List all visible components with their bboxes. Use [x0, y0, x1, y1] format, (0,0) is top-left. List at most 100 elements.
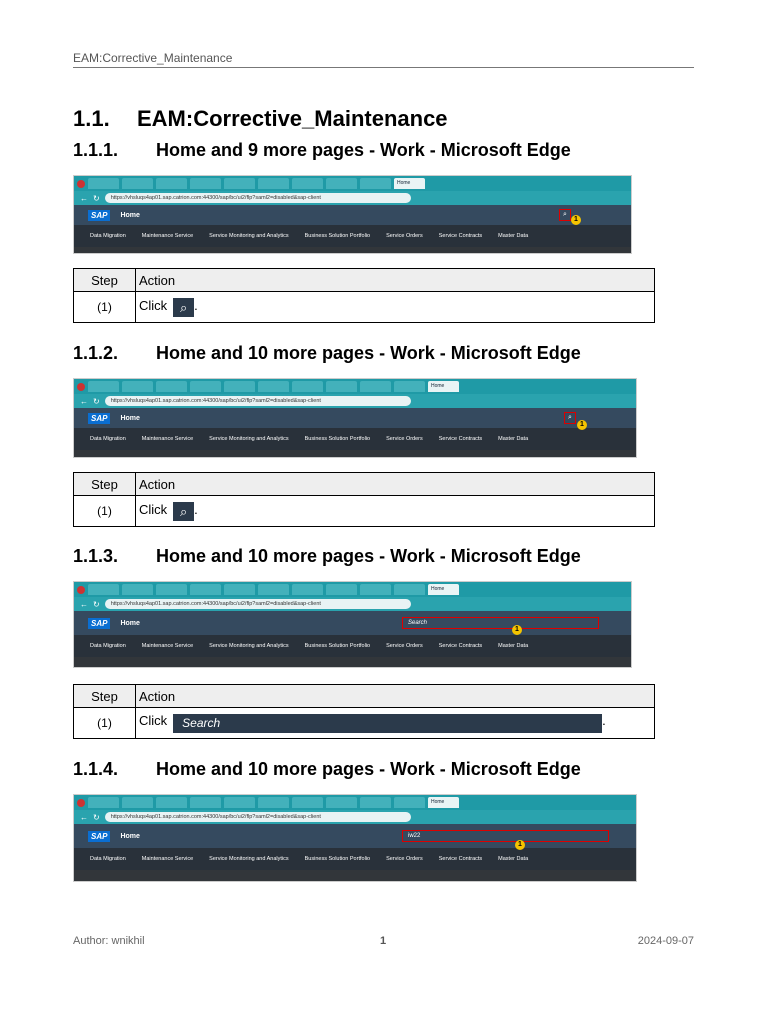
footer-date: 2024-09-07 [637, 935, 694, 947]
browser-tab [122, 584, 153, 595]
menu-item: Data Migration [90, 856, 126, 862]
refresh-icon: ↻ [93, 396, 100, 406]
heading-1-text: EAM:Corrective_Maintenance [137, 106, 448, 131]
home-menu: Home [120, 211, 140, 219]
back-icon: ← [80, 599, 88, 609]
menu-item: Service Contracts [438, 643, 483, 649]
step-number: (1) [73, 291, 136, 323]
browser-tab [224, 178, 255, 189]
browser-tab [292, 178, 323, 189]
action-header: Action [135, 268, 655, 292]
step-header: Step [73, 268, 136, 292]
refresh-icon: ↻ [93, 193, 100, 203]
back-icon: ← [80, 396, 88, 406]
browser-tab [258, 797, 289, 808]
section-title: Home and 10 more pages - Work - Microsof… [156, 343, 581, 363]
browser-tab [88, 178, 119, 189]
action-header: Action [135, 472, 655, 496]
step-callout: 1 [512, 625, 522, 635]
browser-tab [360, 797, 391, 808]
browser-tab [156, 178, 187, 189]
menu-item: Business Solution Portfolio [304, 436, 371, 442]
screenshot-image: Home ← ↻ https://vhsluqs4ap01.sap.catrio… [73, 378, 637, 458]
home-menu: Home [120, 414, 140, 422]
browser-tab [258, 381, 289, 392]
action-period: . [602, 713, 606, 728]
section-heading: 1.1.1. Home and 9 more pages - Work - Mic… [73, 140, 571, 161]
action-text: Click [139, 297, 168, 313]
browser-tab [190, 797, 221, 808]
step-number: (1) [73, 495, 136, 527]
address-bar: ← ↻ https://vhsluqs4ap01.sap.catrion.com… [74, 394, 636, 408]
section-title: Home and 10 more pages - Work - Microsof… [156, 759, 581, 779]
menu-item: Master Data [498, 856, 529, 862]
browser-tab [326, 381, 357, 392]
heading-1-number: 1.1. [73, 106, 110, 131]
home-menu: Home [120, 832, 140, 840]
browser-tab [156, 584, 187, 595]
browser-tab [258, 584, 289, 595]
browser-tab [326, 797, 357, 808]
refresh-icon: ↻ [93, 599, 100, 609]
url-field: https://vhsluqs4ap01.sap.catrion.com:443… [104, 599, 411, 609]
menu-item: Service Contracts [438, 436, 483, 442]
action-header: Action [135, 684, 655, 708]
section-heading: 1.1.3. Home and 10 more pages - Work - Mi… [73, 546, 581, 567]
menu-item: Service Contracts [438, 233, 483, 239]
back-icon: ← [80, 812, 88, 822]
menu-item: Maintenance Service [141, 856, 194, 862]
profile-icon [77, 798, 85, 807]
sap-logo: SAP [88, 412, 111, 424]
section-heading: 1.1.2. Home and 10 more pages - Work - Mi… [73, 343, 581, 364]
search-icon: ⌕ [173, 297, 195, 317]
browser-tab [156, 797, 187, 808]
step-table: Step Action (1) Click ⌕. [73, 472, 655, 527]
browser-tab-bar: Home [74, 582, 631, 597]
search-field: Search [402, 617, 599, 629]
sap-shell-bar: SAP Home ⌕ 1 [74, 205, 631, 225]
browser-tab [394, 584, 425, 595]
profile-icon [77, 585, 85, 594]
search-field: iw22 [402, 830, 609, 842]
step-table: Step Action (1) Click ⌕. [73, 268, 655, 323]
browser-tab [292, 797, 323, 808]
search-field-image: Search [173, 714, 603, 733]
menu-item: Data Migration [90, 643, 126, 649]
menu-item: Maintenance Service [141, 436, 194, 442]
browser-tab [258, 178, 289, 189]
section-number: 1.1.4. [73, 759, 119, 779]
section-number: 1.1.1. [73, 140, 119, 160]
browser-tab [224, 797, 255, 808]
section-number: 1.1.2. [73, 343, 119, 363]
back-icon: ← [80, 193, 88, 203]
browser-tab-home: Home [428, 381, 459, 392]
search-icon: ⌕ [564, 412, 576, 424]
screenshot-image: Home ← ↻ https://vhsluqs4ap01.sap.catrio… [73, 175, 632, 254]
menu-item: Service Contracts [438, 856, 483, 862]
menu-item: Master Data [498, 436, 529, 442]
url-field: https://vhsluqs4ap01.sap.catrion.com:443… [104, 193, 411, 203]
step-callout: 1 [515, 840, 525, 850]
section-title: Home and 9 more pages - Work - Microsoft… [156, 140, 571, 160]
url-field: https://vhsluqs4ap01.sap.catrion.com:443… [104, 812, 411, 822]
browser-tab [88, 797, 119, 808]
action-cell: Click ⌕. [135, 495, 655, 527]
url-field: https://vhsluqs4ap01.sap.catrion.com:443… [104, 396, 411, 406]
sap-menu-bar: Data Migration Maintenance Service Servi… [74, 635, 631, 657]
menu-item: Business Solution Portfolio [304, 233, 371, 239]
browser-tab [326, 178, 357, 189]
section-title: Home and 10 more pages - Work - Microsof… [156, 546, 581, 566]
browser-tab [360, 584, 391, 595]
address-bar: ← ↻ https://vhsluqs4ap01.sap.catrion.com… [74, 191, 631, 205]
step-table: Step Action (1) Click Search. [73, 684, 655, 739]
browser-tab [122, 797, 153, 808]
menu-item: Data Migration [90, 436, 126, 442]
browser-tab [224, 381, 255, 392]
menu-item: Service Monitoring and Analytics [209, 643, 289, 649]
page-footer: Author: wnikhil 1 2024-09-07 [73, 935, 694, 947]
step-callout: 1 [571, 215, 581, 225]
menu-item: Service Monitoring and Analytics [209, 436, 289, 442]
step-callout: 1 [577, 420, 587, 430]
menu-item: Service Orders [386, 643, 423, 649]
address-bar: ← ↻ https://vhsluqs4ap01.sap.catrion.com… [74, 597, 631, 611]
